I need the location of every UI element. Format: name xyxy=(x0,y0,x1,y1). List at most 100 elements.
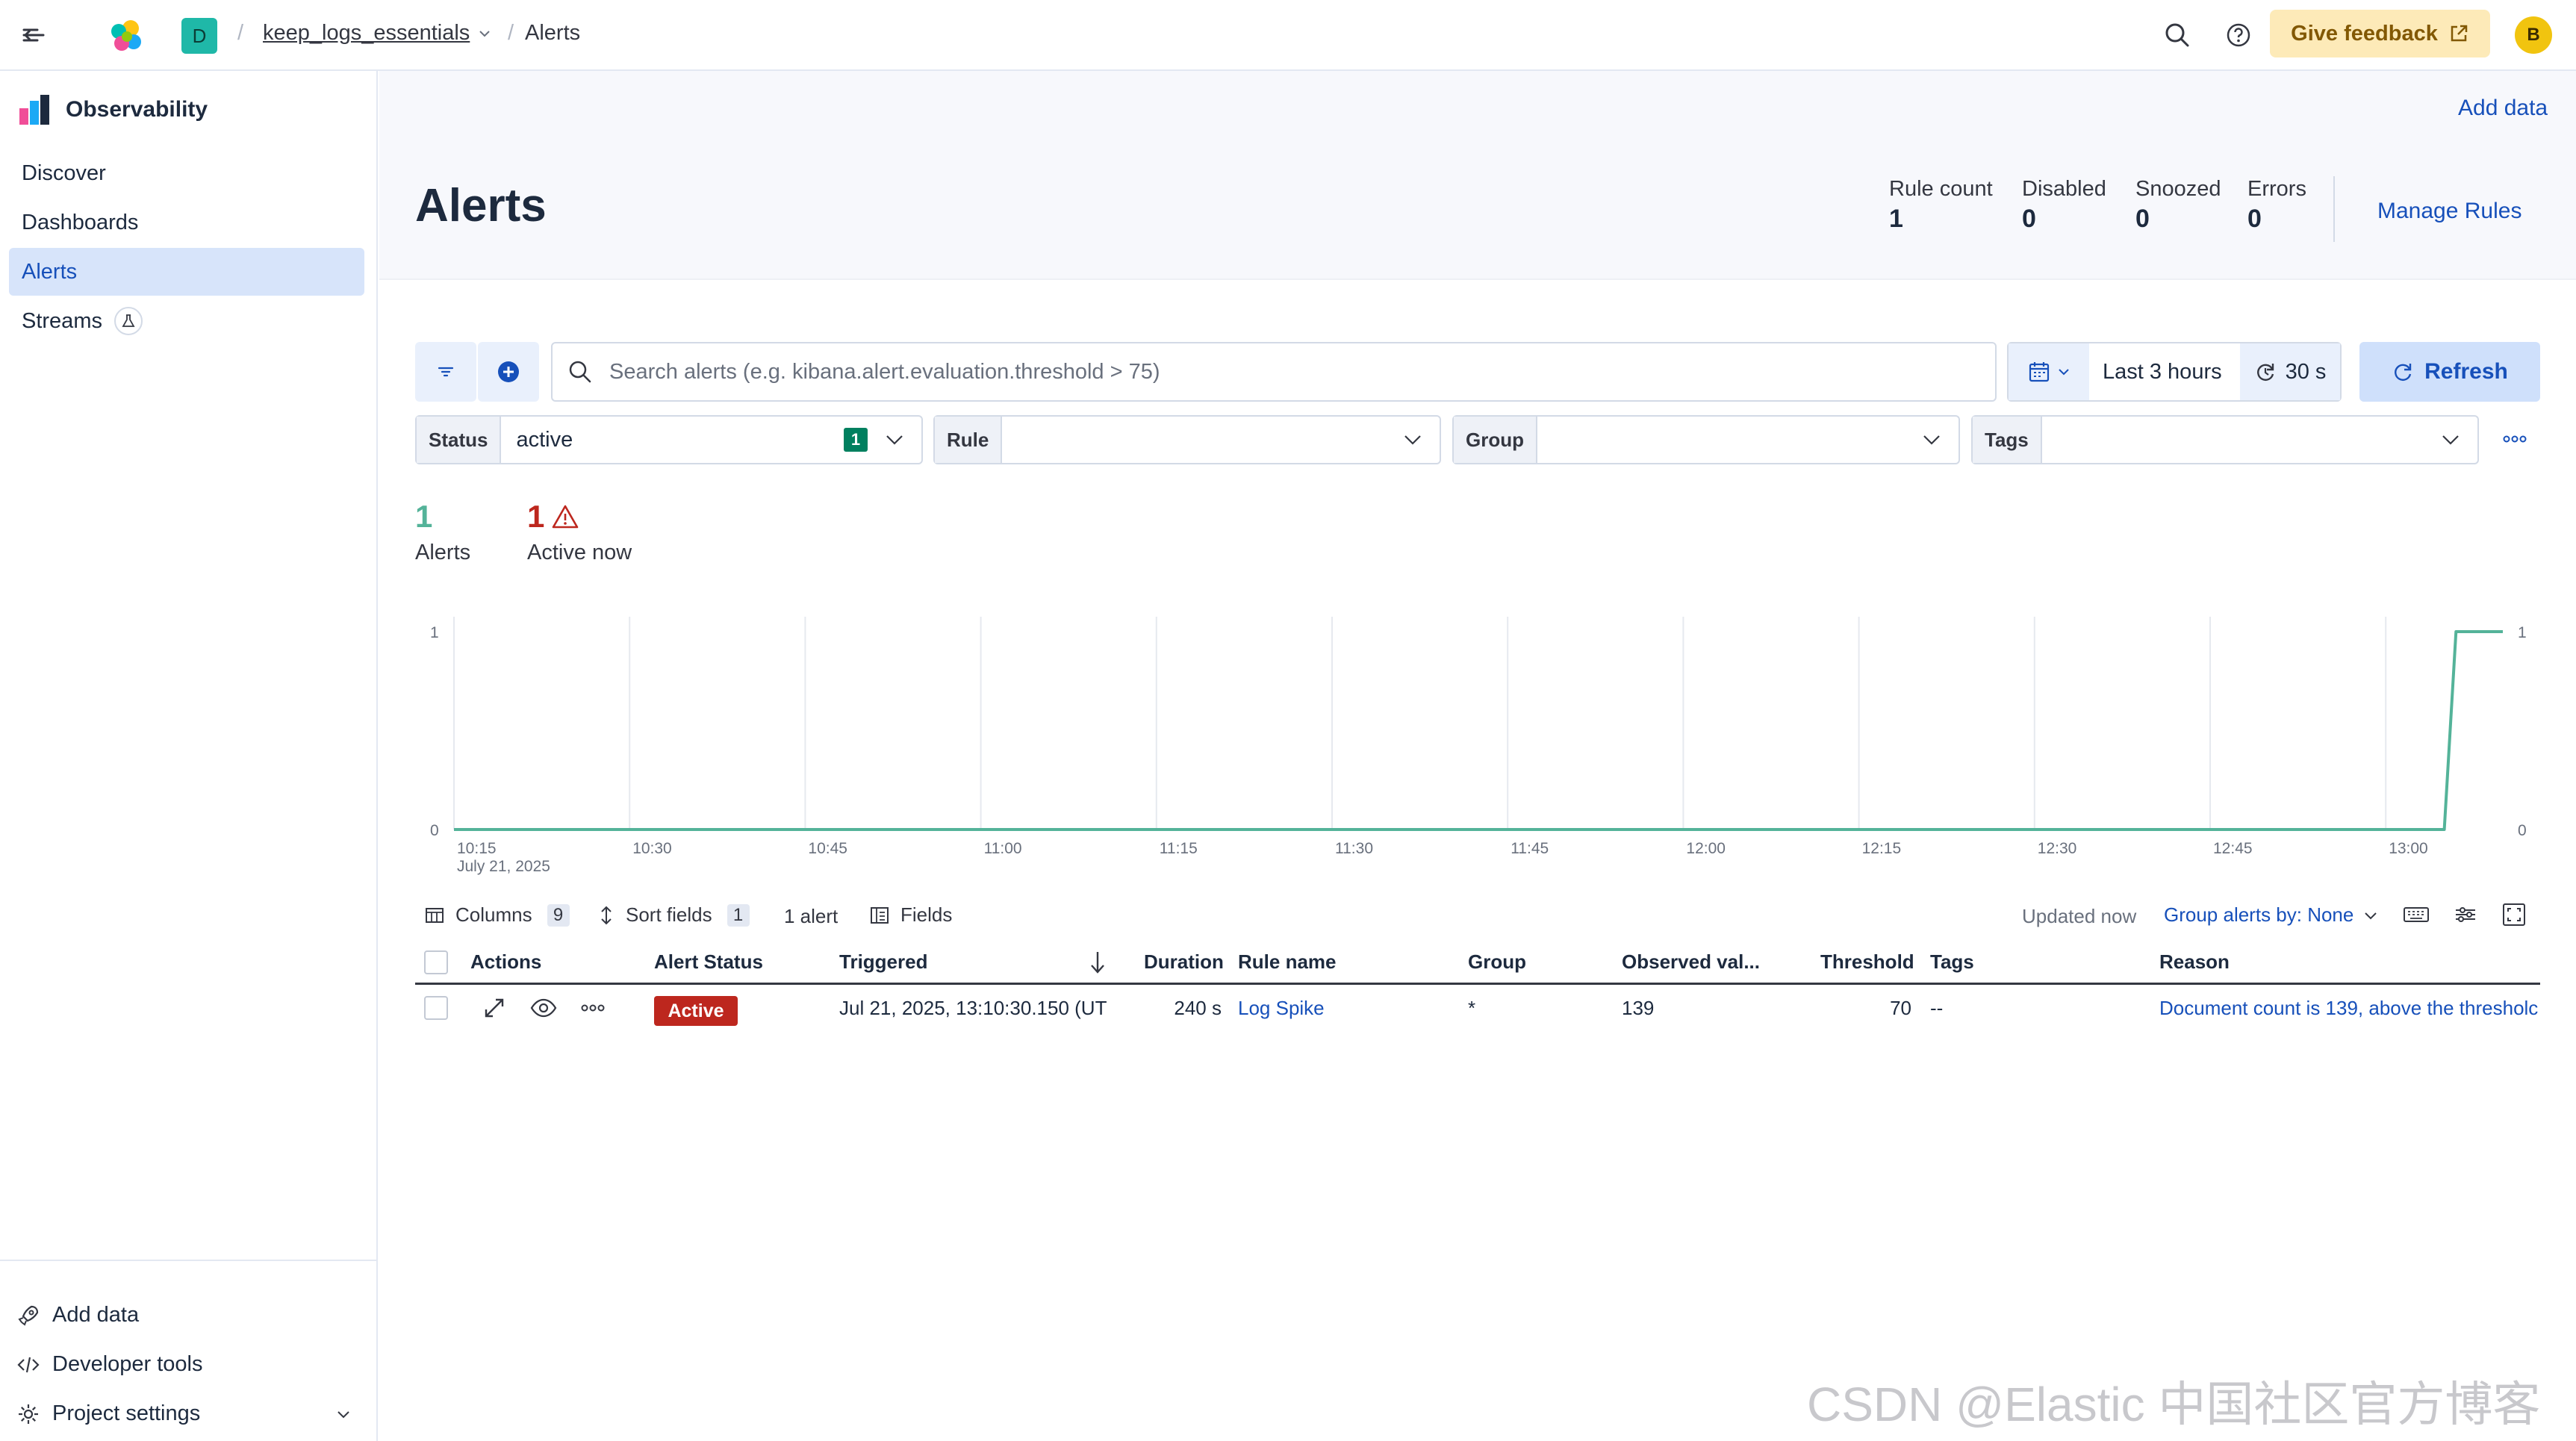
help-icon[interactable] xyxy=(2225,22,2252,49)
search-icon[interactable] xyxy=(2163,21,2191,49)
more-filters-icon[interactable] xyxy=(2501,430,2528,448)
table-header-divider xyxy=(415,983,2540,985)
rule-filter-label: Rule xyxy=(935,417,1003,463)
chart-x-tick-label: 11:45 xyxy=(1511,840,1549,857)
status-filter[interactable]: Status active 1 xyxy=(415,415,923,464)
space-avatar[interactable]: D xyxy=(181,18,217,54)
calendar-icon xyxy=(2029,362,2050,382)
stat-label: Rule count xyxy=(1889,177,1993,201)
stat-value: 1 xyxy=(1889,205,1903,233)
sidebar-add-data[interactable]: Add data xyxy=(16,1303,139,1328)
beta-flask-icon xyxy=(113,307,143,335)
breadcrumb-current: Alerts xyxy=(525,21,581,45)
chart-y-tick-label-right: 1 xyxy=(2518,624,2527,641)
fields-button[interactable]: Fields xyxy=(869,903,952,927)
group-filter[interactable]: Group xyxy=(1452,415,1960,464)
top-header: D / keep_logs_essentials / Alerts Give f… xyxy=(0,0,2576,71)
chart-x-tick-label: 10:15 xyxy=(457,840,497,857)
observability-title: Observability xyxy=(66,97,208,122)
stats-divider xyxy=(2333,176,2335,242)
sidebar-project-settings[interactable]: Project settings xyxy=(16,1401,352,1426)
cell-duration: 240 s xyxy=(1174,997,1222,1019)
column-header-duration[interactable]: Duration xyxy=(1144,950,1224,974)
sidebar-item-discover[interactable]: Discover xyxy=(9,149,364,197)
elastic-logo[interactable] xyxy=(108,18,144,54)
sidebar-developer-tools[interactable]: Developer tools xyxy=(16,1352,203,1377)
column-header-triggered[interactable]: Triggered xyxy=(839,950,927,974)
give-feedback-button[interactable]: Give feedback xyxy=(2270,10,2490,57)
sidebar-item-streams[interactable]: Streams xyxy=(9,297,364,345)
stat-errors: Errors 0 xyxy=(2247,177,2306,234)
user-avatar[interactable]: B xyxy=(2515,16,2552,54)
cell-threshold: 70 xyxy=(1890,997,1911,1019)
observability-header: Observability xyxy=(18,93,208,126)
chart-x-tick-label: 11:30 xyxy=(1335,840,1373,857)
column-header-reason[interactable]: Reason xyxy=(2159,950,2230,974)
add-data-link[interactable]: Add data xyxy=(2458,96,2548,121)
display-settings-icon[interactable] xyxy=(2454,903,2477,926)
sort-count: 1 xyxy=(727,903,750,927)
sidebar-bottom-label: Add data xyxy=(52,1303,140,1327)
columns-button[interactable]: Columns 9 xyxy=(424,903,570,927)
sidebar-item-alerts[interactable]: Alerts xyxy=(9,248,364,296)
rule-filter[interactable]: Rule xyxy=(933,415,1441,464)
group-alerts-by-button[interactable]: Group alerts by: None xyxy=(2164,903,2379,927)
sidebar-item-dashboards[interactable]: Dashboards xyxy=(9,199,364,246)
external-link-icon xyxy=(2451,25,2468,42)
sort-descending-icon[interactable] xyxy=(1087,950,1108,975)
sidebar-divider xyxy=(0,1260,376,1261)
status-filter-label: Status xyxy=(417,417,502,463)
time-range-label[interactable]: Last 3 hours xyxy=(2089,360,2222,385)
row-checkbox[interactable] xyxy=(424,996,448,1020)
column-header-actions[interactable]: Actions xyxy=(470,950,541,974)
status-count-badge: 1 xyxy=(844,428,868,452)
chart-x-tick-label: 12:15 xyxy=(1862,840,1902,857)
collapse-nav-icon[interactable] xyxy=(21,22,46,48)
chart-y-tick-label: 1 xyxy=(430,624,439,641)
tags-filter[interactable]: Tags xyxy=(1971,415,2479,464)
manage-rules-link[interactable]: Manage Rules xyxy=(2377,199,2521,224)
quick-menu-button[interactable] xyxy=(2009,343,2089,400)
column-header-threshold[interactable]: Threshold xyxy=(1820,950,1914,974)
refresh-icon xyxy=(2395,364,2412,381)
page-header xyxy=(379,71,2576,280)
refresh-button[interactable]: Refresh xyxy=(2359,342,2540,402)
chevron-down-icon[interactable] xyxy=(335,1405,352,1423)
filter-options-button[interactable] xyxy=(415,342,476,402)
stat-snoozed: Snoozed 0 xyxy=(2135,177,2221,234)
cell-triggered: Jul 21, 2025, 13:10:30.150 (UT xyxy=(839,997,1107,1019)
refresh-interval[interactable]: 30 s xyxy=(2240,343,2340,400)
status-badge: Active xyxy=(654,996,738,1026)
user-initial: B xyxy=(2527,25,2540,45)
group-filter-label: Group xyxy=(1454,417,1537,463)
stat-disabled: Disabled 0 xyxy=(2022,177,2106,234)
chart-x-tick-label: 12:45 xyxy=(2213,840,2253,857)
breadcrumb-project[interactable]: keep_logs_essentials xyxy=(263,21,492,46)
select-all-checkbox[interactable] xyxy=(424,950,448,974)
keyboard-icon[interactable] xyxy=(2403,903,2430,926)
breadcrumb-separator: / xyxy=(237,21,244,45)
cell-reason[interactable]: Document count is 139, above the thresho… xyxy=(2159,997,2540,1020)
alert-count-label: 1 alert xyxy=(784,905,839,927)
sort-icon xyxy=(601,906,612,924)
chart-x-tick-label: 12:00 xyxy=(1686,840,1726,857)
alerts-timeline-chart: 10:15 10:30 10:45 11:00 11:15 11:30 11:45 12:00… xyxy=(430,617,2527,875)
column-header-tags[interactable]: Tags xyxy=(1930,950,1974,974)
column-header-alert-status[interactable]: Alert Status xyxy=(654,950,763,974)
space-initial: D xyxy=(192,24,207,47)
stat-rule-count: Rule count 1 xyxy=(1889,177,1993,234)
sidebar-item-label: Discover xyxy=(22,161,106,185)
column-header-group[interactable]: Group xyxy=(1468,950,1526,974)
column-header-rule-name[interactable]: Rule name xyxy=(1238,950,1337,974)
column-header-observed-value[interactable]: Observed val... xyxy=(1622,950,1760,974)
search-input[interactable]: Search alerts (e.g. kibana.alert.evaluat… xyxy=(551,342,1997,402)
fullscreen-icon[interactable] xyxy=(2501,902,2527,927)
add-filter-button[interactable] xyxy=(478,342,539,402)
sort-fields-button[interactable]: Sort fields 1 xyxy=(597,903,750,927)
expand-icon[interactable] xyxy=(482,996,506,1020)
gear-icon xyxy=(19,1404,38,1424)
row-more-icon[interactable] xyxy=(579,1000,606,1015)
chevron-down-icon xyxy=(1404,435,1421,445)
cell-rule-name-link[interactable]: Log Spike xyxy=(1238,997,1325,1020)
view-eye-icon[interactable] xyxy=(530,998,557,1018)
